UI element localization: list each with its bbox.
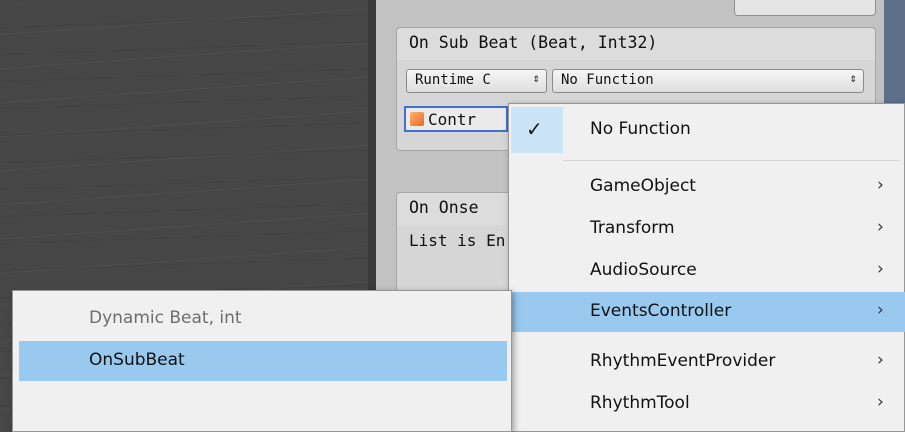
menu-item-rhythmeventprovider[interactable]: RhythmEventProvider › [509, 342, 905, 382]
top-button[interactable] [734, 0, 876, 16]
menu-item-gameobject[interactable]: GameObject › [509, 167, 905, 207]
function-dropdown-menu: ✓ No Function GameObject › Transform › A… [508, 103, 905, 432]
menu-item-label: No Function [590, 119, 691, 139]
script-component-icon [410, 112, 424, 126]
eventscontroller-submenu: Dynamic Beat, int OnSubBeat [12, 290, 512, 432]
runtime-combo-label: Runtime C [415, 72, 491, 88]
event-header-label: On Sub Beat (Beat, Int32) [409, 33, 658, 52]
menu-item-label: Transform [590, 218, 675, 238]
combo-arrow-icon: ⇕ [532, 71, 540, 85]
function-combo[interactable]: No Function ⇕ [552, 69, 864, 93]
chevron-right-icon: › [877, 350, 884, 370]
submenu-section-header: Dynamic Beat, int [89, 308, 242, 328]
menu-item-label: AudioSource [590, 260, 697, 280]
menu-item-label: RhythmEventProvider [590, 351, 776, 371]
chevron-right-icon: › [877, 217, 884, 237]
object-field[interactable]: Contr [404, 106, 508, 132]
combo-arrow-icon: ⇕ [849, 71, 857, 85]
chevron-right-icon: › [877, 300, 884, 320]
menu-separator [563, 160, 899, 161]
menu-item-label: EventsController [590, 301, 732, 321]
menu-item-transform[interactable]: Transform › [509, 209, 905, 249]
submenu-item-onsubbeat[interactable]: OnSubBeat [19, 341, 507, 381]
object-field-label: Contr [428, 110, 477, 129]
runtime-combo[interactable]: Runtime C ⇕ [406, 69, 547, 93]
menu-item-rhythmtool[interactable]: RhythmTool › [509, 384, 905, 424]
menu-item-no-function[interactable]: No Function [509, 110, 905, 150]
menu-item-eventscontroller[interactable]: EventsController › [509, 292, 905, 332]
function-combo-label: No Function [561, 72, 654, 88]
empty-list-label: List is En [409, 231, 506, 250]
chevron-right-icon: › [877, 392, 884, 412]
submenu-item-label: OnSubBeat [89, 350, 185, 370]
menu-item-audiosource[interactable]: AudioSource › [509, 251, 905, 291]
menu-item-label: GameObject [590, 176, 696, 196]
chevron-right-icon: › [877, 175, 884, 195]
chevron-right-icon: › [877, 259, 884, 279]
event-header-on-sub-beat: On Sub Beat (Beat, Int32) [396, 27, 876, 61]
event-header-label: On Onse [409, 198, 479, 217]
menu-item-label: RhythmTool [590, 393, 690, 413]
